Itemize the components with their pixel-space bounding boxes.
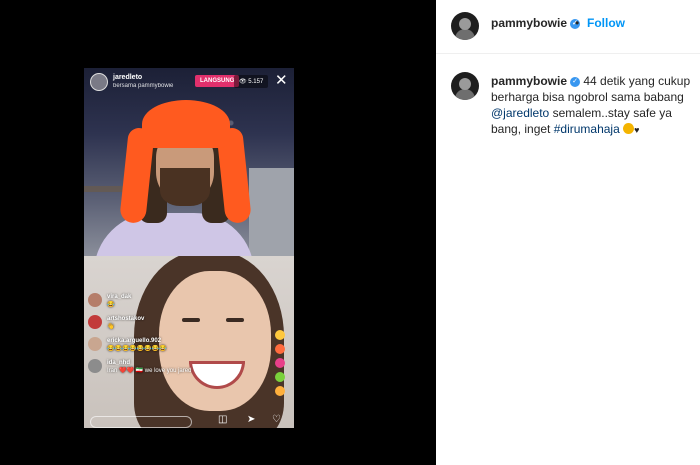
comment-message: 😂😂😂😂😂😂😂😂	[107, 346, 167, 352]
post-header: pammybowie ✓ • Follow	[436, 0, 700, 54]
hashtag-link[interactable]: #dirumahaja	[554, 122, 620, 136]
commenter-avatar	[88, 337, 102, 351]
floating-heart-icon	[275, 330, 285, 340]
caption-username[interactable]: pammybowie	[491, 74, 567, 88]
caption-avatar[interactable]	[451, 72, 479, 100]
send-icon[interactable]: ➤	[247, 414, 255, 425]
commenter-avatar	[88, 293, 102, 307]
question-icon[interactable]: ◫	[218, 414, 227, 425]
live-badge: LANGSUNG	[195, 75, 240, 87]
floating-heart-icon	[275, 386, 285, 396]
viewer-count-badge: 👁 5.157	[234, 75, 269, 88]
floating-hearts	[272, 326, 288, 426]
commenter-username: vira_dak	[107, 294, 132, 300]
commenter-avatar	[88, 359, 102, 373]
with-guest-text: bersama pammybowie	[113, 83, 174, 89]
emoji-icon	[623, 123, 635, 134]
live-comments: vira_dak 😂 artshostakov 👋 ericka.arguello.90…	[88, 293, 218, 381]
follow-button[interactable]: Follow	[587, 16, 625, 30]
commenter-username: artshostakov	[107, 316, 145, 322]
avatar[interactable]	[451, 12, 479, 40]
host-video	[84, 68, 294, 256]
host-avatar	[90, 73, 108, 91]
comment-message: 👋	[107, 324, 115, 330]
mention-link[interactable]: @jaredleto	[491, 106, 549, 120]
comment-row: vira_dak 😂	[88, 293, 218, 309]
heart-glyph: ♥	[634, 125, 640, 135]
orange-hat	[142, 100, 230, 148]
live-header: jaredleto bersama pammybowie LANGSUNG 👁 …	[84, 68, 294, 96]
comment-message: Iran ❤️❤️ 🇮🇷 we love you jared	[107, 368, 192, 374]
commenter-username: ida_nhd	[107, 360, 131, 366]
comment-message: 😂	[107, 302, 115, 308]
comment-row: ida_nhd Iran ❤️❤️ 🇮🇷 we love you jared	[88, 359, 218, 375]
commenter-username: ericka.arguello.902	[107, 338, 162, 344]
live-video-media: jaredleto bersama pammybowie LANGSUNG 👁 …	[0, 0, 436, 465]
header-username[interactable]: pammybowie ✓	[491, 16, 581, 30]
close-icon[interactable]: ✕	[275, 72, 288, 90]
comment-row: ericka.arguello.902 😂😂😂😂😂😂😂😂	[88, 337, 218, 353]
post-sidebar: pammybowie ✓ • Follow pammybowie ✓ 44 deti…	[436, 0, 700, 465]
floating-heart-icon	[275, 344, 285, 354]
verified-icon: ✓	[570, 76, 581, 87]
commenter-avatar	[88, 315, 102, 329]
live-screen-recording: jaredleto bersama pammybowie LANGSUNG 👁 …	[84, 68, 294, 428]
heart-icon[interactable]: ♡	[272, 414, 281, 425]
floating-heart-icon	[275, 372, 285, 382]
floating-heart-icon	[275, 358, 285, 368]
comment-input[interactable]	[90, 416, 192, 428]
host-username: jaredleto	[113, 74, 143, 81]
live-footer: ◫ ➤ ♡	[84, 414, 294, 428]
comment-row: artshostakov 👋	[88, 315, 218, 331]
separator-dot: •	[575, 16, 580, 30]
post-caption: pammybowie ✓ 44 detik yang cukup berharga…	[491, 74, 691, 136]
